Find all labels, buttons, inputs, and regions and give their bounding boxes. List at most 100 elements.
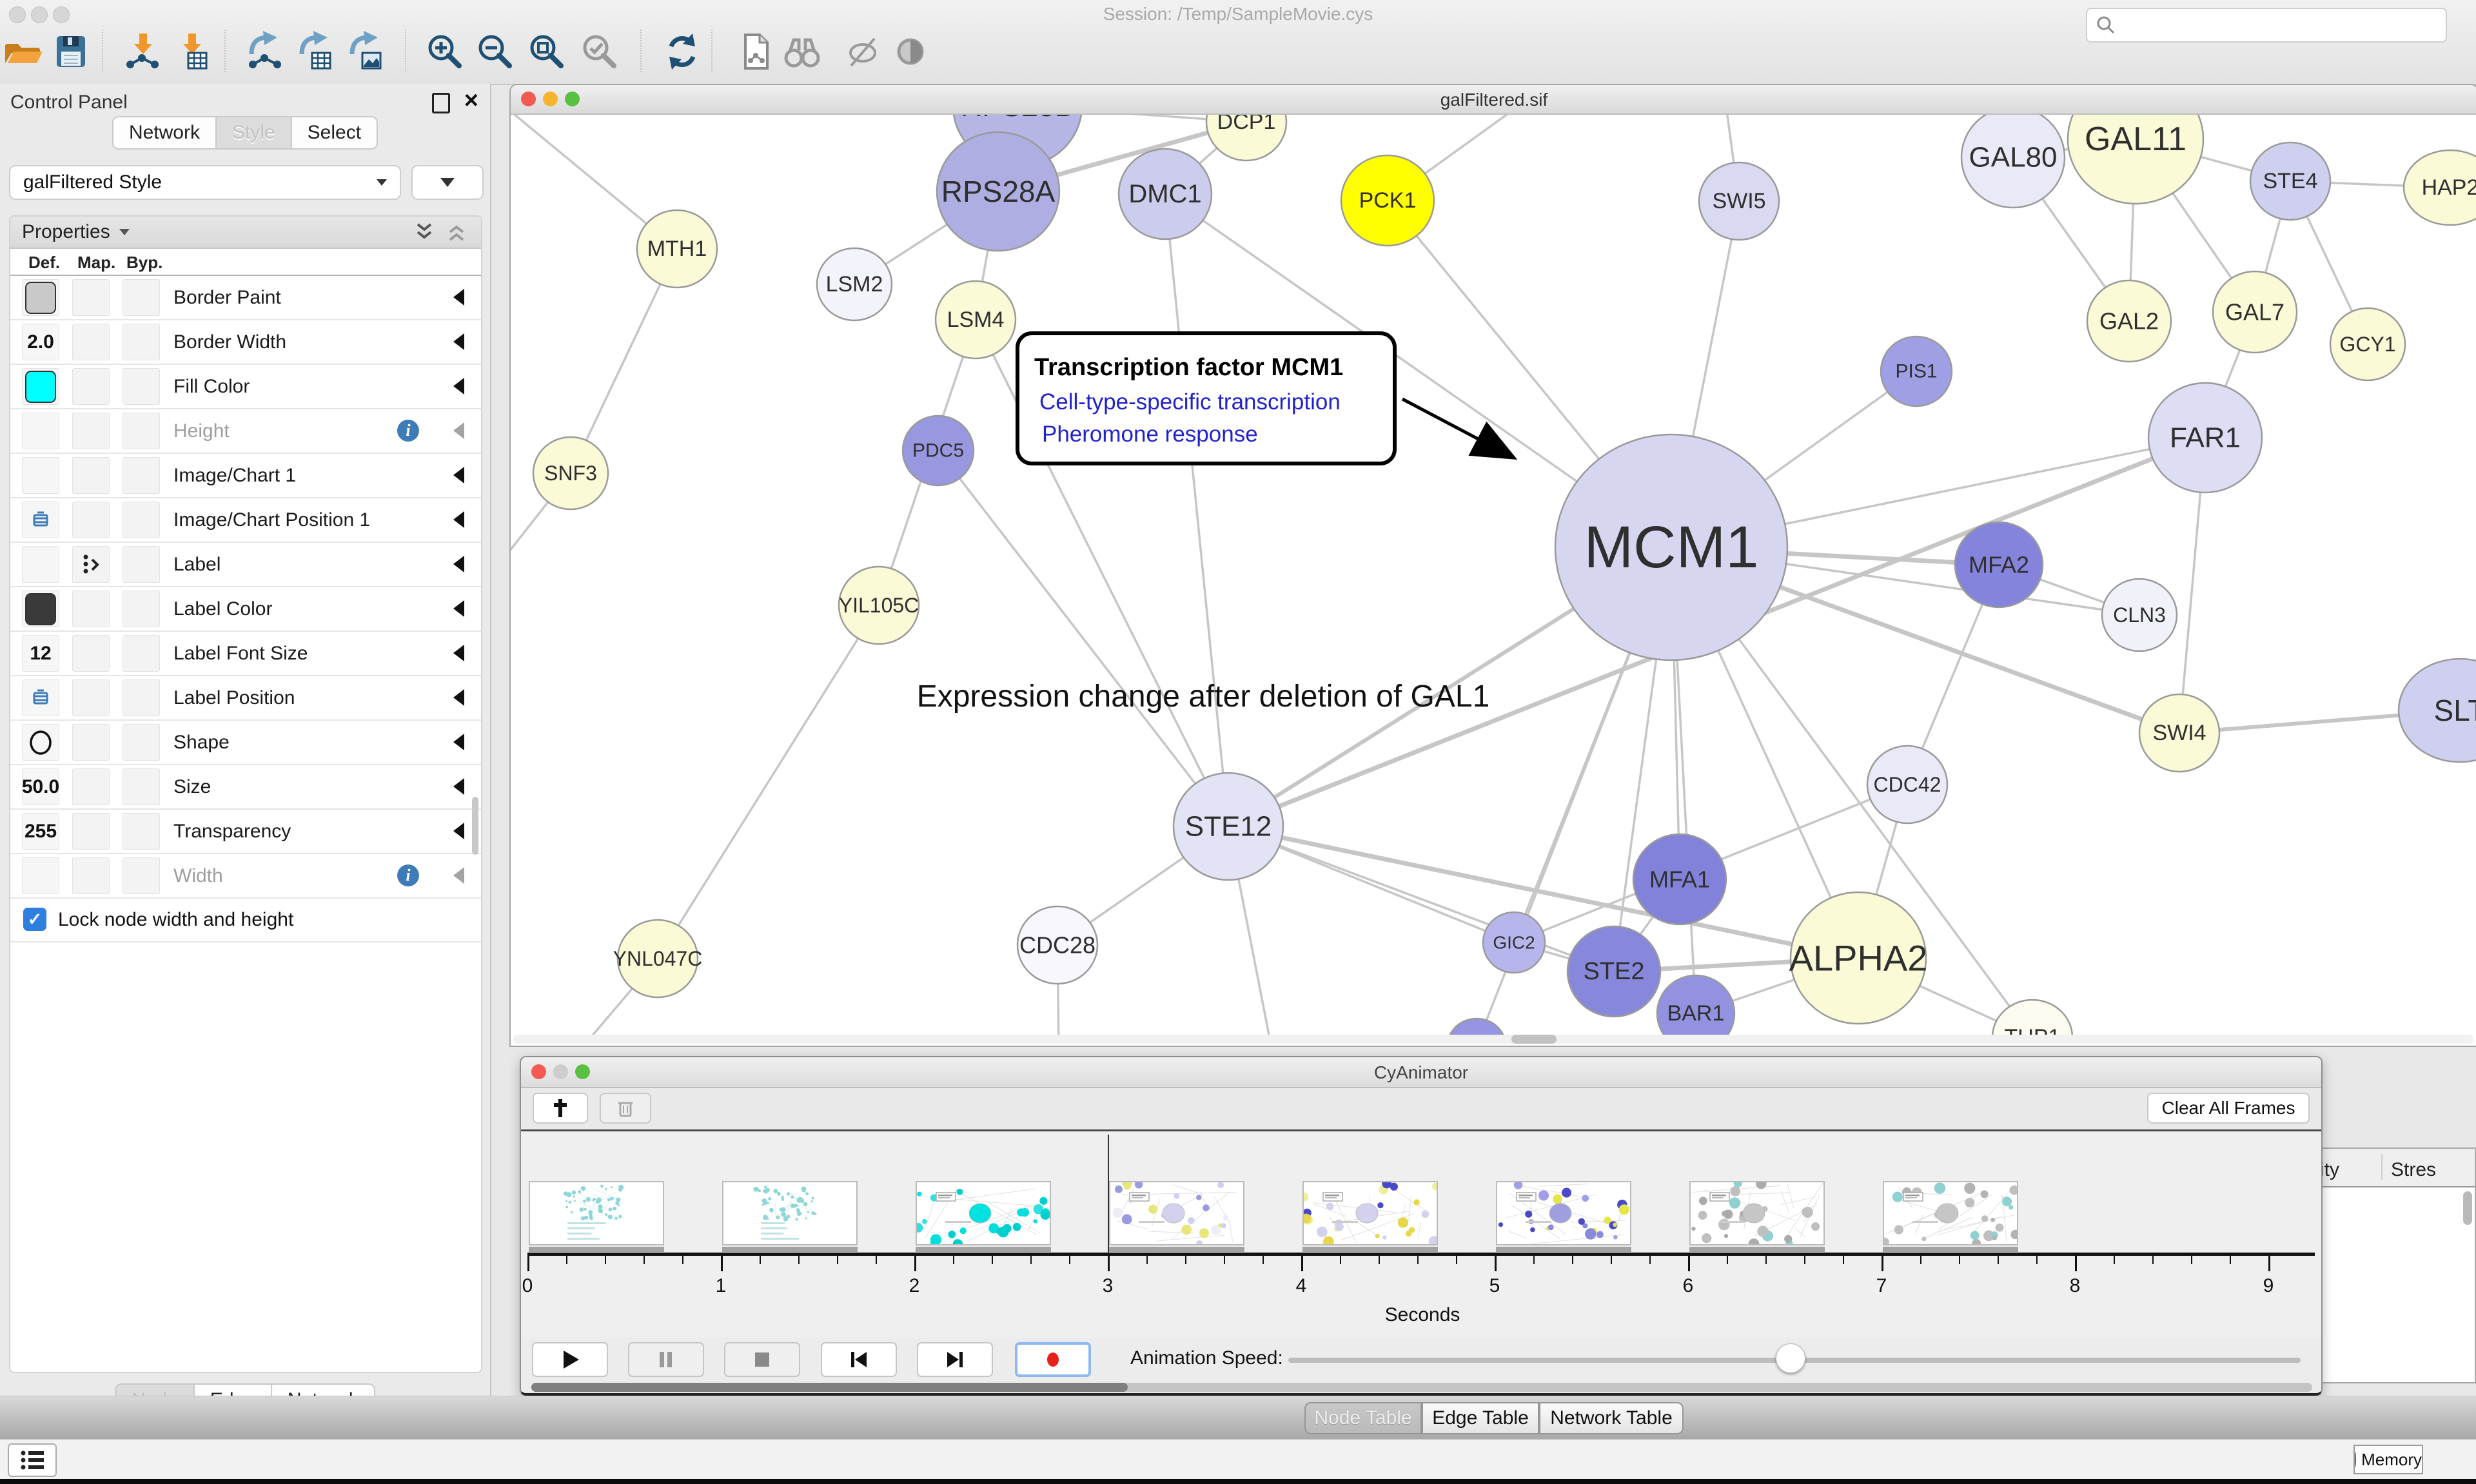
property-map-cell[interactable] [72, 591, 110, 627]
property-map-cell[interactable] [72, 768, 110, 805]
chevron-left-icon[interactable] [453, 734, 464, 750]
import-network-icon[interactable] [121, 31, 162, 72]
float-panel-icon[interactable] [432, 93, 450, 113]
property-row-shape[interactable]: Shape [10, 721, 481, 765]
property-map-cell[interactable] [72, 679, 110, 716]
node-STE12[interactable]: STE12 [1174, 773, 1283, 880]
table-row[interactable]: 1 [2315, 1254, 2475, 1275]
chevron-left-icon[interactable] [453, 333, 464, 350]
scrollbar-thumb[interactable] [531, 1383, 1128, 1392]
style-options-button[interactable] [411, 165, 484, 200]
export-network-icon[interactable] [244, 31, 285, 72]
node-SWI4[interactable]: SWI4 [2139, 694, 2219, 772]
property-map-cell[interactable] [72, 457, 110, 494]
node-MFA1[interactable]: MFA1 [1633, 834, 1726, 924]
clear-all-frames-button[interactable]: Clear All Frames [2147, 1093, 2310, 1124]
property-def-cell[interactable]: 12 [22, 635, 59, 672]
property-byp-cell[interactable] [123, 768, 160, 805]
node-MFA2[interactable]: MFA2 [1955, 522, 2043, 607]
node-LSM4[interactable]: LSM4 [936, 281, 1016, 358]
chevron-left-icon[interactable] [453, 378, 464, 395]
table-row[interactable]: 2 [2315, 1360, 2475, 1381]
slider-handle[interactable] [1776, 1343, 1805, 1373]
property-def-cell[interactable] [22, 502, 59, 538]
open-session-icon[interactable] [3, 31, 44, 72]
property-byp-cell[interactable] [123, 368, 160, 405]
chevron-left-icon[interactable] [453, 689, 464, 706]
node-YNL047C[interactable]: YNL047C [613, 920, 703, 997]
node-GCY1[interactable]: GCY1 [2330, 308, 2405, 380]
node-LSM2[interactable]: LSM2 [817, 248, 892, 320]
tab-network-table[interactable]: Network Table [1539, 1402, 1684, 1434]
node-PDC5[interactable]: PDC5 [903, 416, 974, 485]
stop-button[interactable] [724, 1342, 800, 1377]
task-history-button[interactable] [8, 1443, 57, 1477]
edge-PDC5-STE12[interactable] [938, 451, 1228, 826]
chevron-left-icon[interactable] [453, 600, 464, 617]
info-icon[interactable]: i [397, 864, 419, 886]
chevron-left-icon[interactable] [453, 778, 464, 795]
chevron-left-icon[interactable] [453, 289, 464, 306]
frame-thumbnail-5[interactable] [1496, 1181, 1631, 1245]
property-row-width[interactable]: Widthi [10, 854, 481, 899]
frame-thumbnail-7[interactable] [1883, 1181, 2018, 1245]
export-image-icon[interactable] [344, 31, 386, 72]
frame-thumbnail-2[interactable] [916, 1181, 1051, 1245]
node-PCK1[interactable]: PCK1 [1341, 155, 1434, 246]
chevron-left-icon[interactable] [453, 867, 464, 884]
property-map-cell[interactable] [72, 502, 110, 538]
property-map-cell[interactable] [72, 857, 110, 894]
property-byp-cell[interactable] [123, 502, 160, 538]
node-GAL2[interactable]: GAL2 [2087, 280, 2171, 362]
tab-select[interactable]: Select [291, 116, 378, 150]
refresh-layout-icon[interactable] [662, 31, 703, 72]
memory-button[interactable]: Memory [2353, 1445, 2423, 1474]
node-MTH1[interactable]: MTH1 [637, 210, 717, 288]
add-frame-button[interactable] [533, 1093, 588, 1124]
property-def-cell[interactable] [22, 591, 59, 627]
property-byp-cell[interactable] [123, 279, 160, 316]
chevron-left-icon[interactable] [453, 467, 464, 483]
annotation-mcm1[interactable]: Transcription factor MCM1Cell-type-speci… [1017, 333, 1395, 464]
tab-edge-table[interactable]: Edge Table [1422, 1402, 1539, 1434]
property-row-border-paint[interactable]: Border Paint [10, 276, 481, 320]
node-DCP1[interactable]: DCP1 [1206, 115, 1286, 161]
expand-all-icon[interactable] [444, 219, 469, 245]
table-row[interactable]: 2 [2315, 1296, 2475, 1318]
style-dropdown[interactable]: galFiltered Style [9, 165, 401, 200]
chevron-left-icon[interactable] [453, 422, 464, 439]
zoom-in-icon[interactable] [424, 31, 466, 72]
save-session-icon[interactable] [50, 31, 92, 72]
property-row-border-width[interactable]: 2.0Border Width [10, 320, 481, 365]
property-row-transparency[interactable]: 255Transparency [10, 810, 481, 854]
property-byp-cell[interactable] [123, 413, 160, 449]
timeline-scrollbar[interactable] [531, 1383, 2312, 1392]
network-document-icon[interactable] [735, 31, 776, 72]
delete-frame-button[interactable] [600, 1093, 651, 1124]
property-def-cell[interactable] [22, 368, 59, 405]
property-map-cell[interactable] [72, 324, 110, 360]
property-def-cell[interactable] [22, 457, 59, 494]
frame-thumbnail-4[interactable] [1302, 1181, 1438, 1245]
property-def-cell[interactable]: 255 [22, 813, 59, 850]
property-def-cell[interactable]: 2.0 [22, 324, 59, 360]
node-RPS28A[interactable]: RPS28A [937, 132, 1059, 251]
property-def-cell[interactable] [22, 413, 59, 449]
node-STE4[interactable]: STE4 [2250, 142, 2330, 220]
timeline[interactable]: 0123456789 Seconds [521, 1131, 2321, 1338]
node-GAL11[interactable]: GAL11 [2068, 115, 2203, 204]
chevron-left-icon[interactable] [453, 511, 464, 528]
property-byp-cell[interactable] [123, 457, 160, 494]
property-byp-cell[interactable] [123, 813, 160, 850]
node-CDC42[interactable]: CDC42 [1867, 746, 1947, 823]
property-row-label-position[interactable]: Label Position [10, 676, 481, 721]
property-def-cell[interactable]: 50.0 [22, 768, 59, 805]
property-byp-cell[interactable] [123, 546, 160, 583]
chevron-left-icon[interactable] [453, 556, 464, 572]
network-horizontal-scrollbar[interactable] [513, 1035, 2473, 1044]
property-row-size[interactable]: 50.0Size [10, 765, 481, 810]
table-row[interactable]: 25 [2315, 1211, 2475, 1233]
node-SWI5[interactable]: SWI5 [1699, 162, 1779, 240]
property-map-cell[interactable] [72, 724, 110, 761]
tab-style[interactable]: Style [216, 116, 291, 150]
